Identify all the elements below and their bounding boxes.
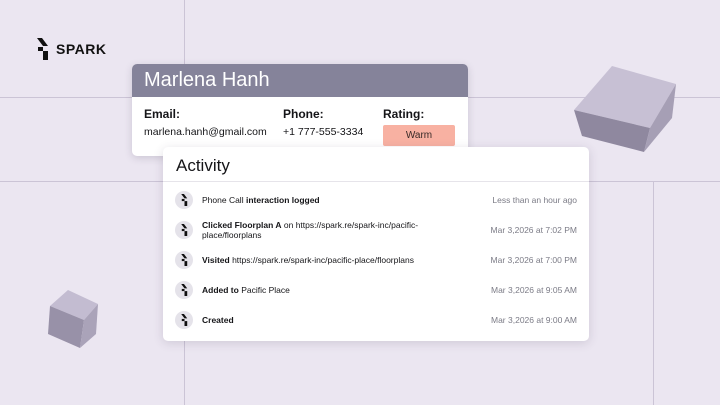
activity-description: Clicked Floorplan A on https://spark.re/…: [202, 220, 419, 240]
cube-decoration: [48, 290, 98, 348]
activity-card: Activity Phone Call interaction logged L…: [163, 147, 589, 341]
activity-item: Created Mar 3,2026 at 9:00 AM: [175, 311, 577, 329]
activity-description: Visited https://spark.re/spark-inc/pacif…: [202, 255, 414, 265]
spark-logo-icon: [175, 281, 193, 299]
phone-field: Phone: +1 777-555-3334: [283, 107, 363, 139]
email-value[interactable]: marlena.hanh@gmail.com: [144, 126, 267, 139]
activity-item: Added to Pacific Place Mar 3,2026 at 9:0…: [175, 281, 577, 299]
rating-label: Rating:: [383, 107, 425, 121]
cube-decoration: [574, 66, 676, 152]
activity-description: Added to Pacific Place: [202, 285, 290, 295]
brand-name: SPARK: [56, 41, 107, 57]
email-field: Email: marlena.hanh@gmail.com: [144, 107, 267, 139]
spark-logo-icon: [37, 38, 48, 60]
spark-logo-icon: [175, 221, 193, 239]
rating-badge[interactable]: Warm: [383, 125, 455, 146]
phone-value[interactable]: +1 777-555-3334: [283, 126, 363, 139]
spark-logo-icon: [175, 311, 193, 329]
activity-description: Created: [202, 315, 234, 325]
activity-time: Less than an hour ago: [492, 195, 577, 205]
spark-logo-icon: [175, 251, 193, 269]
grid-line: [653, 181, 654, 405]
activity-time: Mar 3,2026 at 9:00 AM: [491, 315, 577, 325]
activity-item: Clicked Floorplan A on https://spark.re/…: [175, 220, 577, 240]
rating-field: Rating: Warm: [383, 107, 455, 146]
spark-logo-icon: [175, 191, 193, 209]
activity-item: Phone Call interaction logged Less than …: [175, 191, 577, 209]
email-label: Email:: [144, 107, 181, 121]
contact-card: Marlena Hanh Email: marlena.hanh@gmail.c…: [132, 64, 468, 156]
contact-name: Marlena Hanh: [132, 64, 468, 97]
activity-time: Mar 3,2026 at 7:00 PM: [490, 255, 577, 265]
activity-description: Phone Call interaction logged: [202, 195, 320, 205]
phone-label: Phone:: [283, 107, 324, 121]
activity-time: Mar 3,2026 at 7:02 PM: [490, 225, 577, 235]
activity-title: Activity: [163, 147, 589, 182]
brand-logo: SPARK: [37, 38, 106, 60]
activity-time: Mar 3,2026 at 9:05 AM: [491, 285, 577, 295]
activity-item: Visited https://spark.re/spark-inc/pacif…: [175, 251, 577, 269]
